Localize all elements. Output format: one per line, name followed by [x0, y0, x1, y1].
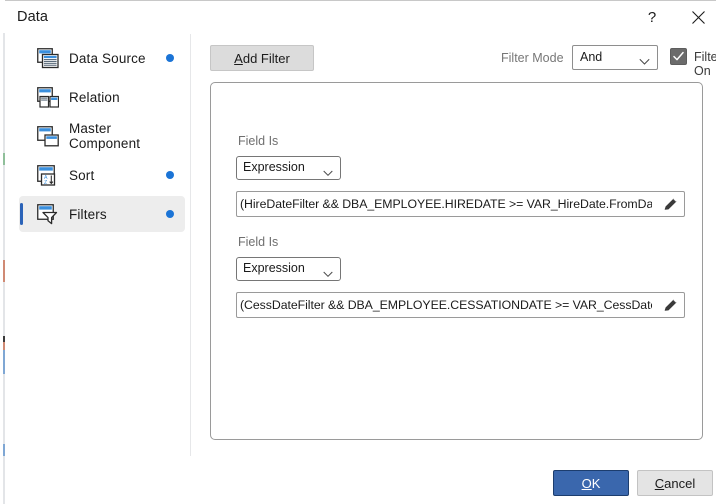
question-mark-icon: ?: [647, 9, 657, 26]
sidebar-item-sort[interactable]: A Z Sort: [19, 157, 185, 193]
relation-icon: [37, 86, 60, 108]
filter-type-value: Expression: [243, 261, 305, 275]
master-component-icon: [37, 125, 59, 147]
filters-panel: Field Is Expression (HireDateFilter && D…: [210, 82, 703, 440]
filter-type-value: Expression: [243, 160, 305, 174]
filter-mode-value: And: [580, 50, 603, 64]
filter-expression-value: (CessDateFilter && DBA_EMPLOYEE.CESSATIO…: [240, 298, 652, 312]
sidebar: Data Source Relation Master Component A …: [5, 34, 190, 456]
filter-expression-input[interactable]: (CessDateFilter && DBA_EMPLOYEE.CESSATIO…: [236, 292, 685, 318]
sidebar-item-relation[interactable]: Relation: [19, 79, 185, 115]
filter-mode-select[interactable]: And: [572, 45, 658, 70]
filter-on-checkbox[interactable]: [670, 48, 687, 65]
close-icon: [691, 11, 705, 24]
cancel-label: ancel: [664, 475, 696, 491]
filter-type-select[interactable]: Expression: [236, 257, 341, 281]
data-source-icon: [37, 47, 59, 69]
field-is-label: Field Is: [238, 235, 279, 249]
svg-text:Z: Z: [44, 180, 47, 186]
field-is-label: Field Is: [238, 134, 279, 148]
ok-label: K: [591, 475, 601, 491]
content-pane: Add Filter Filter Mode And Filter On Fie…: [191, 34, 716, 456]
cancel-button[interactable]: Cancel: [637, 470, 713, 496]
sidebar-item-filters[interactable]: Filters: [19, 196, 185, 232]
sidebar-item-data-source[interactable]: Data Source: [19, 40, 185, 76]
chevron-down-icon: [323, 164, 333, 182]
filters-icon: [37, 203, 59, 225]
sidebar-item-label: Filters: [69, 206, 107, 222]
sidebar-item-master-component[interactable]: Master Component: [19, 118, 185, 154]
filter-expression-value: (HireDateFilter && DBA_EMPLOYEE.HIREDATE…: [240, 197, 652, 211]
help-button[interactable]: ?: [629, 1, 675, 34]
modified-indicator-dot: [166, 54, 174, 62]
data-dialog: Data ? Data Source Relation Master Compo…: [5, 0, 716, 504]
filter-type-select[interactable]: Expression: [236, 156, 341, 180]
title-bar: Data ?: [5, 1, 716, 34]
sort-icon: A Z: [37, 164, 59, 186]
close-button[interactable]: [675, 1, 716, 34]
modified-indicator-dot: [166, 171, 174, 179]
add-filter-mnemonic: A: [234, 50, 243, 66]
add-filter-button[interactable]: Add Filter: [210, 45, 314, 71]
chevron-down-icon: [323, 265, 333, 283]
filter-expression-input[interactable]: (HireDateFilter && DBA_EMPLOYEE.HIREDATE…: [236, 191, 685, 217]
ok-button[interactable]: OK: [553, 470, 629, 496]
modified-indicator-dot: [166, 210, 174, 218]
sidebar-item-label: Master Component: [69, 121, 141, 151]
ok-mnemonic: O: [581, 475, 592, 491]
pencil-icon[interactable]: [662, 196, 679, 213]
sidebar-item-label: Relation: [69, 89, 120, 105]
add-filter-label: dd Filter: [242, 50, 290, 66]
chevron-down-icon: [639, 53, 650, 71]
pencil-icon[interactable]: [662, 297, 679, 314]
filter-on-label: Filter On: [694, 50, 716, 78]
sidebar-item-label: Data Source: [69, 50, 146, 66]
sidebar-item-label: Sort: [69, 167, 95, 183]
cancel-mnemonic: C: [654, 475, 665, 491]
filter-mode-label: Filter Mode: [501, 51, 564, 65]
window-title: Data: [17, 9, 49, 25]
selection-indicator: [20, 203, 23, 225]
